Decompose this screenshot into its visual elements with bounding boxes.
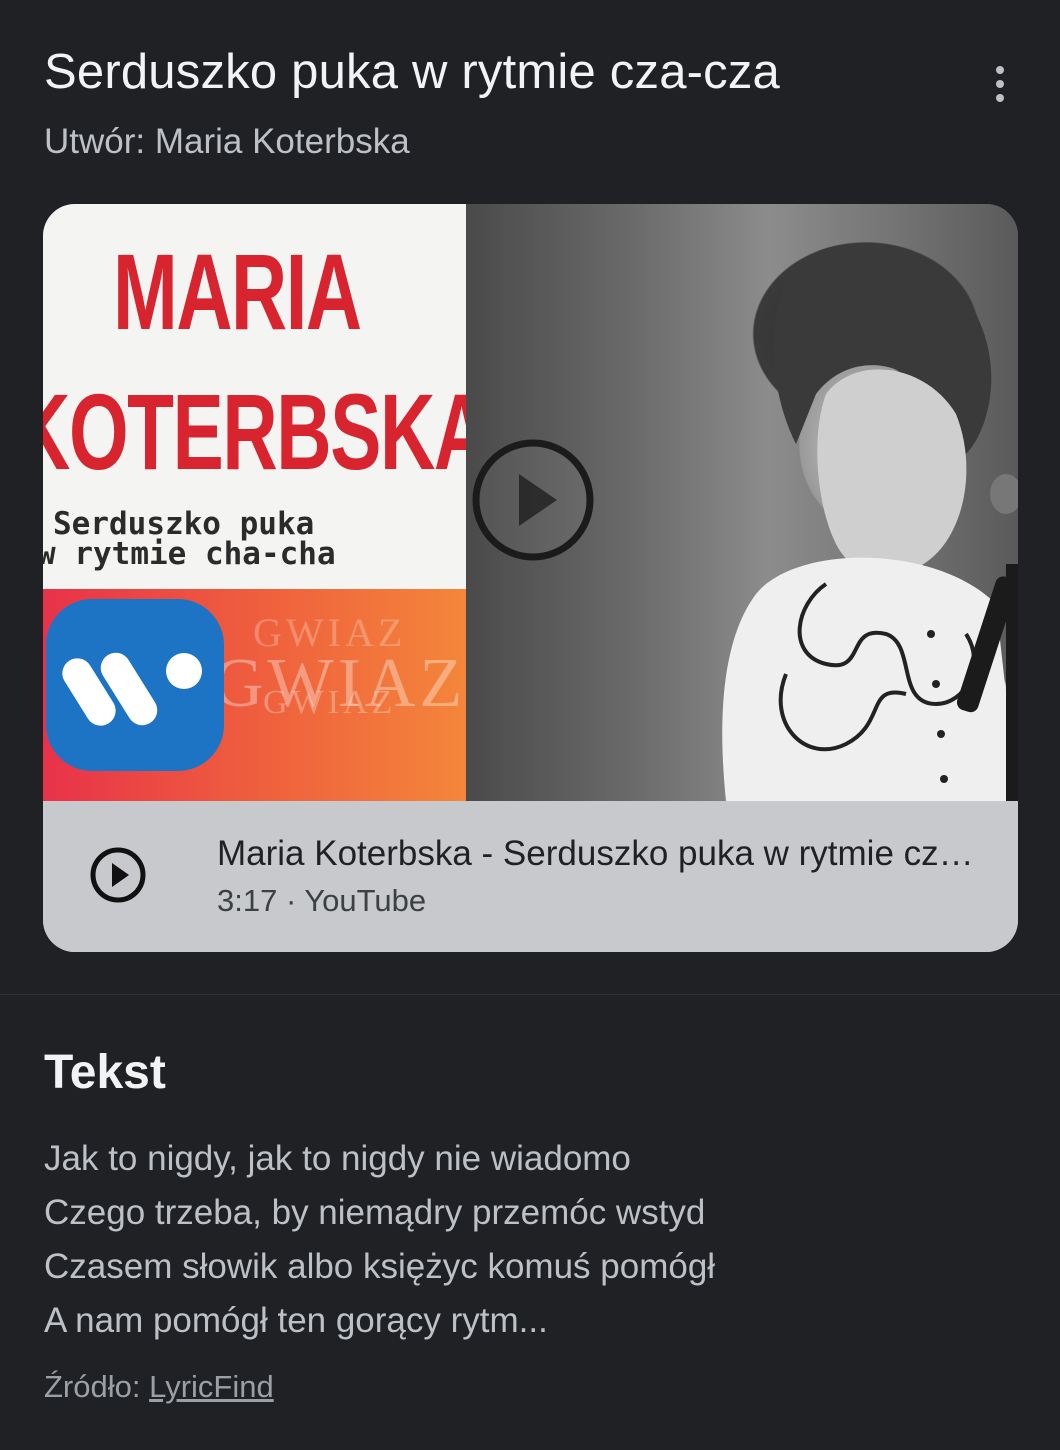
lyric-line: Czego trzeba, by niemądry przemóc wstyd <box>44 1193 706 1232</box>
album-artist-line2: KOTERBSKA <box>43 371 466 492</box>
song-header: Serduszko puka w rytmie cza-cza Utwór: M… <box>44 42 1020 172</box>
lyric-line: A nam pomógł ten gorący rytm... <box>44 1301 548 1340</box>
lyrics-heading: Tekst <box>44 1046 166 1099</box>
album-title: Serduszko puka w rytmie cha-cha <box>43 506 336 570</box>
video-meta: 3:17 · YouTube <box>217 883 427 918</box>
song-artist: Utwór: Maria Koterbska <box>44 122 410 161</box>
album-artist-line1: MARIA <box>113 231 362 352</box>
album-cover: MARIA KOTERBSKA Serduszko puka w rytmie … <box>43 204 466 801</box>
section-divider <box>0 994 1060 995</box>
lyrics-body: Jak to nigdy, jak to nigdy nie wiadomo C… <box>44 1132 1024 1348</box>
album-title-line2: w rytmie cha-cha <box>43 536 336 572</box>
warner-music-logo <box>46 599 224 771</box>
video-info[interactable]: Maria Koterbska - Serduszko puka w rytmi… <box>43 801 1018 952</box>
lyrics-source: Źródło: LyricFind <box>44 1366 274 1408</box>
more-options-icon[interactable] <box>980 56 1020 112</box>
lyric-line: Czasem słowik albo księżyc komuś pomógł <box>44 1247 716 1286</box>
lyric-line: Jak to nigdy, jak to nigdy nie wiadomo <box>44 1139 631 1178</box>
album-title-line1: Serduszko puka <box>53 506 315 542</box>
album-background-text: GWIAZ <box>263 684 397 721</box>
play-overlay-icon[interactable] <box>471 438 595 562</box>
video-card[interactable]: MARIA KOTERBSKA Serduszko puka w rytmie … <box>43 204 1018 952</box>
song-title: Serduszko puka w rytmie cza-cza <box>44 45 781 99</box>
source-label: Źródło: <box>44 1369 150 1404</box>
play-circle-icon[interactable] <box>89 846 147 904</box>
source-link[interactable]: LyricFind <box>149 1369 274 1404</box>
video-thumbnail[interactable]: MARIA KOTERBSKA Serduszko puka w rytmie … <box>43 204 1018 801</box>
video-title[interactable]: Maria Koterbska - Serduszko puka w rytmi… <box>217 833 977 875</box>
